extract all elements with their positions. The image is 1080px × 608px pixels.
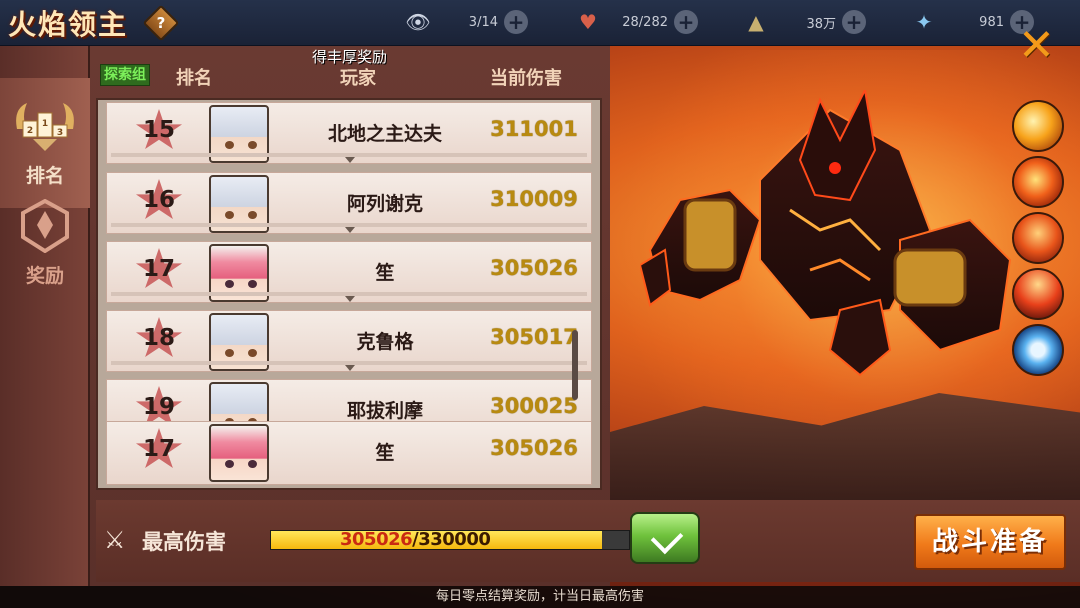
add-stamina-button[interactable]: +	[504, 10, 528, 34]
help-icon: ?	[156, 14, 166, 32]
expand-arrow-icon	[345, 227, 355, 233]
explosion-skill-icon[interactable]	[1012, 156, 1064, 208]
vortex-skill-icon[interactable]	[1012, 324, 1064, 376]
expand-arrow-icon	[345, 157, 355, 163]
resource-value: 3/14	[468, 14, 498, 30]
meteor-skill-icon[interactable]	[1012, 268, 1064, 320]
damage-value: 305026	[490, 436, 578, 460]
rank-number: 15	[142, 117, 175, 143]
podium-icon: 2 1 3	[16, 102, 74, 151]
tab-rewards[interactable]: 奖励	[0, 178, 90, 308]
resource-crystal: ✦ 981 +	[908, 6, 1034, 38]
damage-value: 305026	[490, 256, 578, 280]
player-name: 克鲁格	[356, 331, 414, 353]
player-name: 笙	[375, 262, 395, 284]
table-row[interactable]: 16 阿列谢克 310009	[106, 172, 592, 234]
player-name: 阿列谢克	[346, 193, 423, 215]
my-rank-row[interactable]: 17 笙 305026	[106, 421, 592, 485]
emblem-icon	[21, 198, 69, 253]
damage-value: 310009	[490, 187, 578, 211]
close-button[interactable]: ✕	[1018, 24, 1055, 68]
side-menu: 2 1 3 排名 奖励	[0, 46, 90, 586]
fire-lord-boss	[640, 90, 1012, 377]
reward-footnote: 每日零点结算奖励，计当日最高伤害	[0, 586, 1080, 608]
column-player: 玩家	[340, 68, 376, 89]
sword-icon: ⚔	[104, 526, 126, 554]
eye-icon: 👁	[405, 10, 431, 34]
target-damage: /330000	[412, 529, 491, 550]
damage-value: 311001	[490, 117, 578, 141]
resource-hearts: ♥ 28/282 +	[572, 6, 698, 38]
crystal-icon: ✦	[915, 10, 933, 34]
pyramid-icon: ▲	[748, 10, 764, 34]
table-header: 排名 玩家 当前伤害	[96, 60, 606, 89]
resource-gold: ▲ 38万 +	[740, 6, 866, 38]
fire-claw-skill-icon[interactable]	[1012, 212, 1064, 264]
add-hearts-button[interactable]: +	[674, 10, 698, 34]
table-row[interactable]: 15 北地之主达夫 311001	[106, 102, 592, 164]
resource-value: 38万	[806, 16, 836, 32]
resource-stamina: 👁 3/14 +	[402, 6, 528, 38]
max-damage-label: 最高伤害	[142, 530, 226, 554]
slash-skill-icon[interactable]	[1012, 100, 1064, 152]
expand-arrow-icon	[345, 365, 355, 371]
add-gold-button[interactable]: +	[842, 10, 866, 34]
current-damage: 305026	[340, 529, 413, 550]
heart-icon: ♥	[579, 10, 597, 34]
svg-text:3: 3	[57, 128, 63, 138]
svg-text:2: 2	[27, 126, 33, 136]
rank-number: 17	[142, 256, 175, 282]
avatar[interactable]	[209, 424, 269, 482]
page-title: 火焰领主	[8, 8, 129, 41]
expand-arrow-icon	[345, 296, 355, 302]
list-scrollbar[interactable]	[572, 330, 578, 400]
battle-prepare-button[interactable]: 战斗准备	[914, 514, 1066, 570]
player-name: 耶拔利摩	[346, 400, 423, 422]
rank-number: 16	[142, 187, 175, 213]
reward-chest-icon[interactable]	[630, 512, 700, 564]
column-damage: 当前伤害	[490, 68, 562, 89]
rank-number: 17	[142, 436, 175, 462]
damage-progress-text: 305026/330000	[340, 529, 491, 550]
table-row[interactable]: 17 笙 305026	[106, 241, 592, 303]
player-name: 北地之主达夫	[327, 123, 442, 145]
table-row[interactable]: 18 克鲁格 305017	[106, 310, 592, 372]
column-rank: 排名	[176, 68, 212, 89]
resource-value: 981	[979, 14, 1004, 30]
rank-number: 18	[142, 325, 175, 351]
tab-label: 奖励	[25, 264, 64, 287]
rank-number: 19	[142, 394, 175, 420]
resource-value: 28/282	[622, 14, 668, 30]
player-name: 笙	[375, 442, 395, 464]
svg-text:1: 1	[42, 119, 48, 129]
ranking-list[interactable]: 15 北地之主达夫 311001 16 阿列谢克 310009 17 笙 305…	[96, 98, 602, 490]
